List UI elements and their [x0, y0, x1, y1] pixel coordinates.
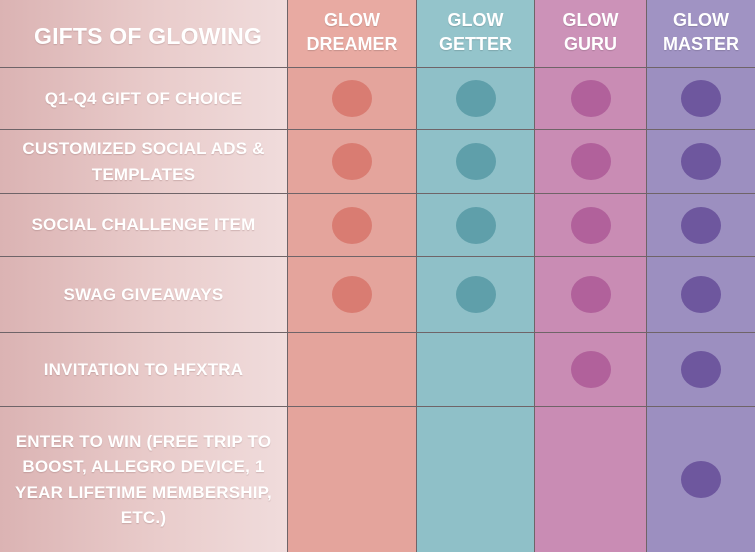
- benefit-cell: [288, 407, 417, 552]
- tier-header-line1: GLOW: [447, 10, 504, 30]
- included-dot-icon: [332, 143, 372, 180]
- included-dot-icon: [455, 206, 496, 244]
- benefit-label: INVITATION TO HFXTRA: [0, 333, 288, 407]
- included-dot-icon: [681, 276, 721, 313]
- included-dot-icon: [681, 143, 721, 180]
- benefit-cell: [288, 194, 417, 257]
- benefit-cell: [288, 68, 417, 130]
- benefit-cell: [288, 130, 417, 194]
- benefit-cell: [647, 257, 755, 333]
- benefit-label: CUSTOMIZED SOCIAL ADS & TEMPLATES: [0, 130, 288, 194]
- tier-header-glow-dreamer: GLOW DREAMER: [288, 0, 417, 68]
- included-dot-icon: [681, 461, 721, 498]
- benefit-cell: [535, 333, 647, 407]
- tier-header-glow-getter: GLOW GETTER: [417, 0, 535, 68]
- benefit-cell: [417, 68, 535, 130]
- benefit-cell: [647, 407, 755, 552]
- benefit-cell: [535, 194, 647, 257]
- included-dot-icon: [332, 206, 372, 244]
- tier-header-line2: MASTER: [663, 34, 739, 55]
- included-dot-icon: [332, 80, 372, 117]
- benefit-cell: [535, 257, 647, 333]
- benefit-cell: [647, 194, 755, 257]
- benefit-label: SWAG GIVEAWAYS: [0, 257, 288, 333]
- included-dot-icon: [570, 351, 611, 388]
- included-dot-icon: [681, 351, 721, 388]
- included-dot-icon: [570, 80, 611, 117]
- benefit-label: ENTER TO WIN (FREE TRIP TO BOOST, ALLEGR…: [0, 407, 288, 552]
- tier-header-line2: GURU: [564, 34, 617, 55]
- included-dot-icon: [570, 206, 611, 244]
- benefit-cell: [647, 130, 755, 194]
- tier-header-line2: DREAMER: [306, 34, 398, 55]
- included-dot-icon: [681, 80, 721, 117]
- benefit-cell: [417, 257, 535, 333]
- benefit-label: Q1-Q4 GIFT OF CHOICE: [0, 68, 288, 130]
- benefit-cell: [647, 68, 755, 130]
- tier-header-line2: GETTER: [438, 34, 512, 55]
- benefit-cell: [417, 333, 535, 407]
- benefit-cell: [535, 130, 647, 194]
- benefit-cell: [417, 407, 535, 552]
- included-dot-icon: [455, 80, 496, 117]
- tier-header-glow-guru: GLOW GURU: [535, 0, 647, 68]
- included-dot-icon: [681, 206, 721, 244]
- included-dot-icon: [455, 276, 496, 313]
- gifts-of-glowing-table: GIFTS OF GLOWING GLOW DREAMER GLOW GETTE…: [0, 0, 755, 552]
- table-title: GIFTS OF GLOWING: [0, 0, 288, 68]
- included-dot-icon: [570, 143, 611, 180]
- benefit-cell: [647, 333, 755, 407]
- included-dot-icon: [570, 276, 611, 313]
- tier-header-line1: GLOW: [673, 10, 729, 30]
- benefit-cell: [288, 333, 417, 407]
- tier-header-line1: GLOW: [562, 10, 619, 30]
- included-dot-icon: [455, 143, 496, 180]
- benefit-label: SOCIAL CHALLENGE ITEM: [0, 194, 288, 257]
- benefit-cell: [535, 68, 647, 130]
- tier-header-glow-master: GLOW MASTER: [647, 0, 755, 68]
- benefit-cell: [417, 130, 535, 194]
- tier-header-line1: GLOW: [323, 10, 380, 30]
- included-dot-icon: [332, 276, 372, 313]
- benefit-cell: [535, 407, 647, 552]
- benefit-cell: [288, 257, 417, 333]
- benefit-cell: [417, 194, 535, 257]
